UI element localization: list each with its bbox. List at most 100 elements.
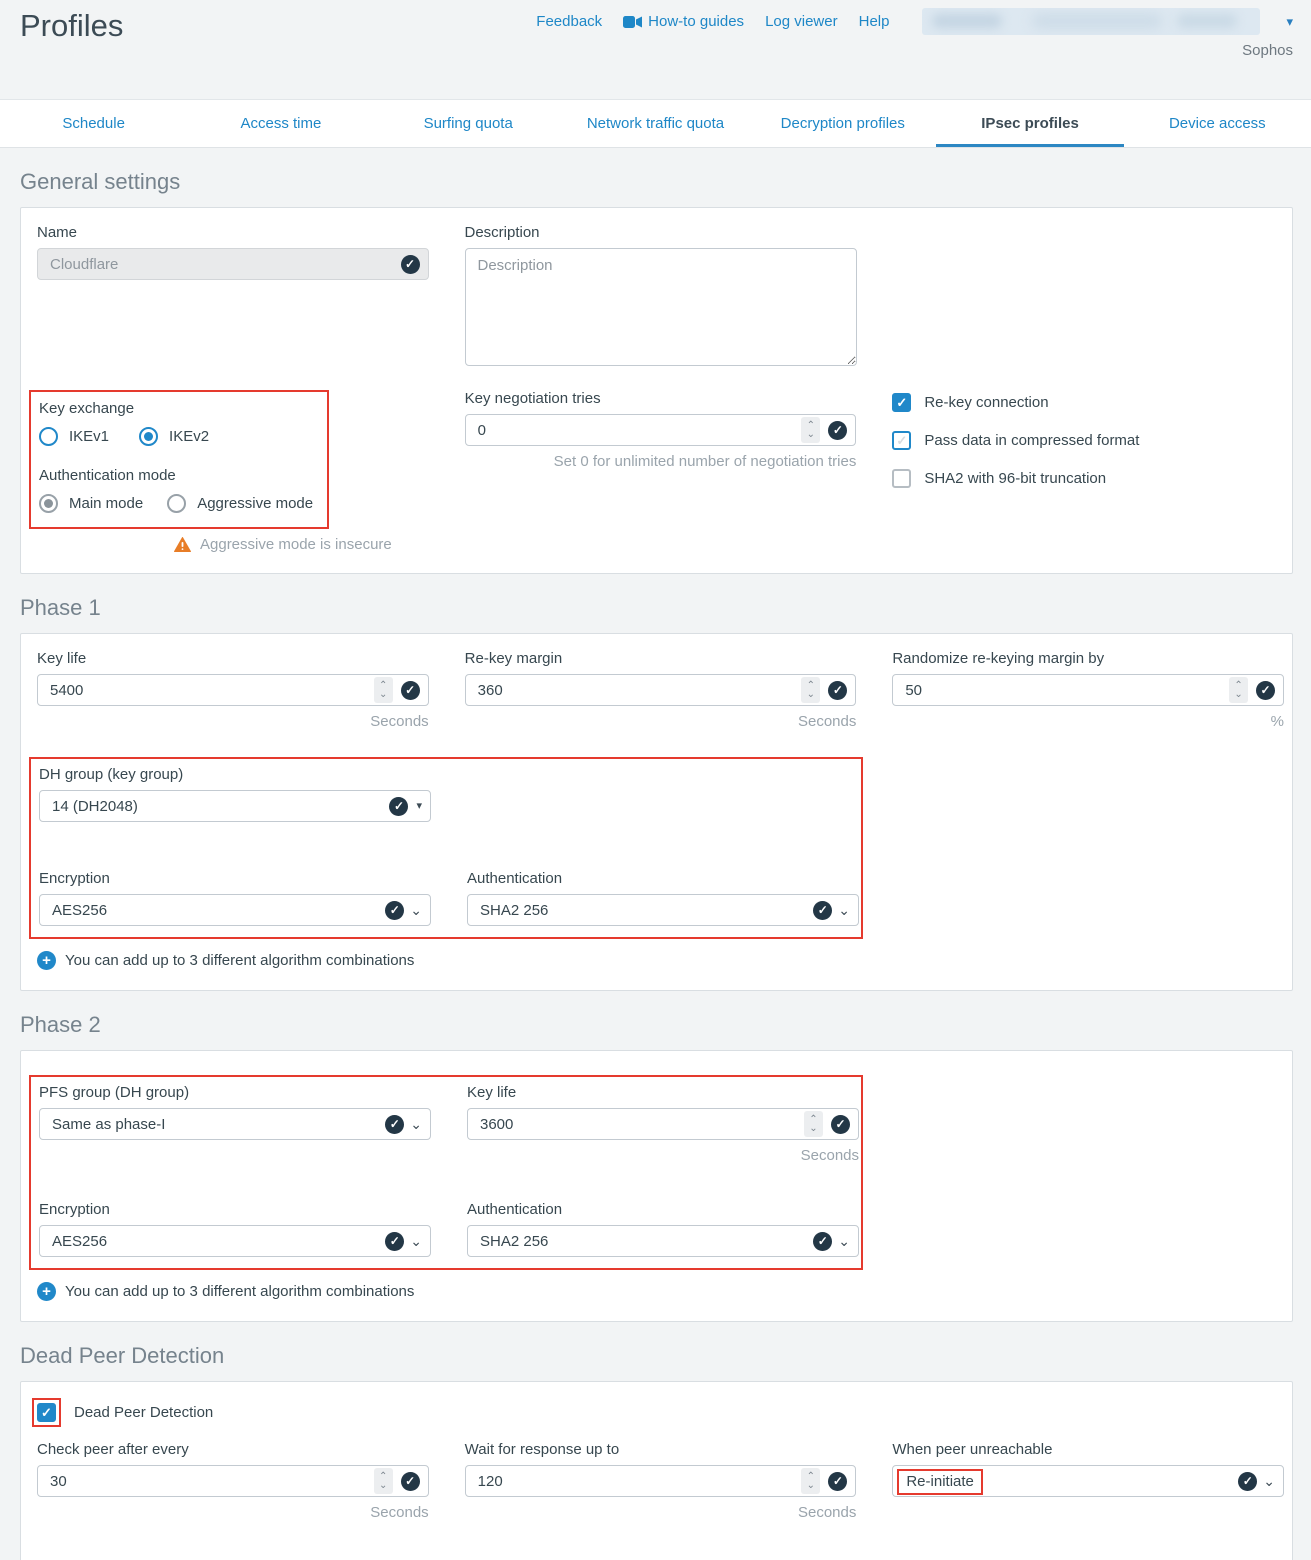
dpd-check-peer-input[interactable]: 30 ⌃⌄ ✓ [37,1465,429,1497]
tab-surfing-quota[interactable]: Surfing quota [375,100,562,147]
p1-dh-group-select[interactable]: 14 (DH2048) ✓ ▾ [39,790,431,822]
auth-mode-label: Authentication mode [39,467,321,484]
p1-key-life-input[interactable]: 5400 ⌃⌄ ✓ [37,674,429,706]
key-exchange-label: Key exchange [39,400,321,417]
unreachable-value-highlight-box: Re-initiate [897,1469,983,1495]
how-to-guides-link[interactable]: How-to guides [623,13,744,30]
name-input[interactable]: Cloudflare ✓ [37,248,429,280]
number-stepper[interactable]: ⌃⌄ [801,417,820,443]
plus-circle-icon[interactable]: + [37,951,56,970]
valid-check-icon: ✓ [401,1472,420,1491]
page-header: Profiles Feedback How-to guides Log view… [0,0,1311,99]
tab-network-traffic-quota[interactable]: Network traffic quota [562,100,749,147]
key-negotiation-tries-label: Key negotiation tries [465,390,857,407]
general-settings-card: Name Cloudflare ✓ Description Key exchan… [20,207,1293,574]
p1-authentication-select[interactable]: SHA2 256 ✓ ⌄ [467,894,859,926]
valid-check-icon: ✓ [828,681,847,700]
dpd-title: Dead Peer Detection [20,1343,1293,1369]
tab-device-access[interactable]: Device access [1124,100,1311,147]
valid-check-icon: ✓ [813,1232,832,1251]
p1-authentication-label: Authentication [467,870,859,887]
key-negotiation-tries-input[interactable]: 0 ⌃⌄ ✓ [465,414,857,446]
key-exchange-highlight-box: Key exchange IKEv1 IKEv2 Authentication … [29,390,329,529]
p2-authentication-select[interactable]: SHA2 256 ✓ ⌄ [467,1225,859,1257]
p1-key-life-unit: Seconds [37,713,429,730]
valid-check-icon: ✓ [389,797,408,816]
phase1-title: Phase 1 [20,595,1293,621]
redacted-text [1032,14,1162,28]
valid-check-icon: ✓ [828,1472,847,1491]
radio-icon [167,494,186,513]
radio-ikev2[interactable]: IKEv2 [139,427,209,446]
radio-aggressive-mode[interactable]: Aggressive mode [167,494,313,513]
p1-rekey-margin-unit: Seconds [465,713,857,730]
account-selector[interactable] [922,8,1260,35]
p1-add-combination[interactable]: + You can add up to 3 different algorith… [37,951,1284,970]
rekey-connection-checkbox[interactable]: ✓ Re-key connection [892,393,1284,412]
dpd-checkbox-highlight-box: ✓ [32,1398,61,1427]
triangle-down-icon: ▾ [416,801,422,812]
valid-check-icon: ✓ [1238,1472,1257,1491]
video-camera-icon [623,16,642,28]
feedback-link[interactable]: Feedback [536,13,602,30]
radio-icon [39,427,58,446]
valid-check-icon: ✓ [831,1115,850,1134]
p2-pfs-group-select[interactable]: Same as phase-I ✓ ⌄ [39,1108,431,1140]
p1-encryption-select[interactable]: AES256 ✓ ⌄ [39,894,431,926]
pass-data-compressed-checkbox[interactable]: ✓ Pass data in compressed format [892,431,1284,450]
redacted-text [1177,14,1237,28]
number-stepper[interactable]: ⌃⌄ [804,1111,823,1137]
sha2-truncation-checkbox[interactable]: SHA2 with 96-bit truncation [892,469,1284,488]
p1-randomize-unit: % [892,713,1284,730]
dpd-enable-label: Dead Peer Detection [74,1404,213,1421]
valid-check-icon: ✓ [1256,681,1275,700]
number-stepper[interactable]: ⌃⌄ [1229,677,1248,703]
redacted-text [932,14,1002,28]
p2-encryption-select[interactable]: AES256 ✓ ⌄ [39,1225,431,1257]
radio-selected-icon [39,494,58,513]
p2-pfs-group-label: PFS group (DH group) [39,1084,431,1101]
phase2-title: Phase 2 [20,1012,1293,1038]
p2-add-combination[interactable]: + You can add up to 3 different algorith… [37,1282,1284,1301]
negotiation-hint: Set 0 for unlimited number of negotiatio… [465,453,857,470]
number-stepper[interactable]: ⌃⌄ [374,1468,393,1494]
p1-key-life-label: Key life [37,650,429,667]
dpd-enable-checkbox[interactable]: ✓ [37,1403,56,1422]
number-stepper[interactable]: ⌃⌄ [801,1468,820,1494]
radio-ikev1[interactable]: IKEv1 [39,427,109,446]
chevron-down-icon[interactable]: ▾ [1286,14,1293,30]
help-link[interactable]: Help [859,13,890,30]
dpd-check-peer-unit: Seconds [37,1504,429,1521]
dpd-unreachable-select[interactable]: Re-initiate ✓ ⌄ [892,1465,1284,1497]
tab-decryption-profiles[interactable]: Decryption profiles [749,100,936,147]
number-stepper[interactable]: ⌃⌄ [374,677,393,703]
valid-check-icon: ✓ [385,1232,404,1251]
chevron-down-icon: ⌄ [410,903,422,917]
tab-schedule[interactable]: Schedule [0,100,187,147]
p1-rekey-margin-input[interactable]: 360 ⌃⌄ ✓ [465,674,857,706]
dpd-wait-response-input[interactable]: 120 ⌃⌄ ✓ [465,1465,857,1497]
p1-encryption-label: Encryption [39,870,431,887]
dpd-check-peer-label: Check peer after every [37,1441,429,1458]
checkbox-icon: ✓ [892,431,911,450]
phase1-algorithms-highlight-box: DH group (key group) 14 (DH2048) ✓ ▾ Enc… [29,757,863,939]
chevron-down-icon: ⌄ [410,1234,422,1248]
p1-randomize-input[interactable]: 50 ⌃⌄ ✓ [892,674,1284,706]
p1-dh-group-label: DH group (key group) [39,766,431,783]
warning-triangle-icon [174,537,191,552]
log-viewer-link[interactable]: Log viewer [765,13,838,30]
p2-key-life-input[interactable]: 3600 ⌃⌄ ✓ [467,1108,859,1140]
page-title: Profiles [20,8,123,44]
chevron-down-icon: ⌄ [1263,1474,1275,1488]
chevron-down-icon: ⌄ [838,903,850,917]
tab-access-time[interactable]: Access time [187,100,374,147]
brand-label: Sophos [1242,42,1293,59]
dpd-card: ✓ Dead Peer Detection Check peer after e… [20,1381,1293,1560]
plus-circle-icon[interactable]: + [37,1282,56,1301]
tab-ipsec-profiles[interactable]: IPsec profiles [936,100,1123,147]
description-textarea[interactable] [465,248,857,366]
number-stepper[interactable]: ⌃⌄ [801,677,820,703]
valid-check-icon: ✓ [401,255,420,274]
radio-main-mode[interactable]: Main mode [39,494,143,513]
valid-check-icon: ✓ [385,1115,404,1134]
